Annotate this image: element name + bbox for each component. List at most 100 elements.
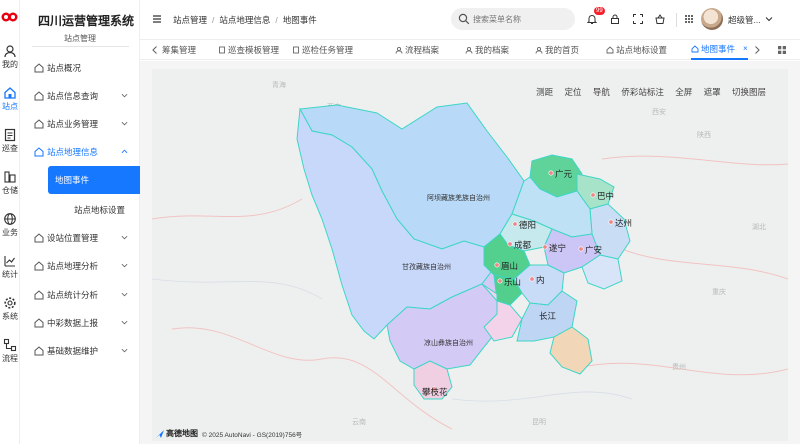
bg-label: 昆明 (532, 418, 546, 426)
tab-my-home[interactable]: 我的首页 (535, 40, 579, 60)
city-label: 遂宁 (549, 243, 566, 253)
tab-menu-icon[interactable] (777, 45, 787, 55)
breadcrumb-item[interactable]: 站点管理 (173, 15, 207, 25)
chart-icon (4, 256, 15, 267)
home-icon (34, 261, 44, 271)
home-icon (606, 46, 614, 54)
rail-item-mine[interactable]: 我的 (0, 44, 20, 70)
city-marker (529, 276, 535, 282)
bg-label: 湖北 (752, 222, 766, 231)
chevron-right-icon[interactable] (753, 45, 761, 55)
home-icon (34, 147, 44, 157)
city-marker (608, 219, 614, 225)
sidebar-item-overview[interactable]: 站点概况 (20, 57, 140, 79)
user-name[interactable]: 超级管... (728, 14, 761, 26)
sidebar-item-info-query[interactable]: 站点信息查询 (20, 85, 140, 107)
map-svg: 青海 西宁 西安 陕西 重庆 湖北 贵州 昆明 云南 (152, 80, 788, 430)
rail-item-warehouse[interactable]: 仓储 (0, 170, 20, 196)
chevron-down-icon[interactable] (765, 15, 773, 23)
warehouse-icon (4, 171, 16, 183)
city-label: 乐山 (504, 277, 521, 287)
home-icon (691, 45, 699, 53)
sidebar-item-report[interactable]: 中彩数据上报 (20, 312, 140, 334)
city-marker (507, 241, 513, 247)
tab-process-archive[interactable]: 流程档案 (395, 40, 439, 60)
tab-my-archive[interactable]: 我的档案 (465, 40, 509, 60)
sidebar-subitem-map-events[interactable]: 地图事件 (48, 166, 150, 194)
app-subtitle: 站点管理 (64, 34, 96, 43)
sidebar-item-geo-analysis[interactable]: 站点地理分析 (20, 255, 140, 277)
chevron-down-icon (121, 121, 128, 126)
shop-icon[interactable] (654, 13, 666, 25)
city-label: 成都 (514, 240, 532, 250)
home-icon (34, 119, 44, 129)
sidebar-item-stat-analysis[interactable]: 站点统计分析 (20, 284, 140, 306)
chevron-down-icon (121, 263, 128, 268)
doc-icon (293, 46, 299, 54)
breadcrumb-item[interactable]: 站点地理信息 (219, 15, 270, 25)
home-icon (34, 290, 44, 300)
apps-grid-icon[interactable] (683, 13, 695, 25)
user-icon (535, 46, 543, 54)
breadcrumb-item: 地图事件 (282, 15, 317, 25)
chevron-down-icon (121, 348, 128, 353)
map-tool-mark-station[interactable]: 侨彩站标注 (621, 87, 664, 97)
menu-search[interactable] (451, 8, 575, 30)
city-marker (548, 170, 554, 176)
logo-icon (1, 12, 18, 22)
sidebar-item-geo-info[interactable]: 站点地理信息 (20, 141, 140, 163)
map-tool-fullscreen[interactable]: 全屏 (675, 87, 692, 97)
menu-toggle-icon[interactable] (152, 14, 162, 24)
rail-item-station[interactable]: 站点 (0, 86, 20, 112)
map-tool-navigate[interactable]: 导航 (593, 87, 610, 97)
rail-item-flow[interactable]: 流程 (0, 338, 20, 364)
flow-icon (3, 338, 17, 352)
city-label: 德阳 (519, 220, 536, 230)
home-icon (34, 346, 44, 356)
map-tool-measure[interactable]: 测距 (536, 87, 553, 97)
user-icon (4, 45, 16, 58)
prefecture-label: 阿坝藏族羌族自治州 (427, 193, 490, 202)
tab-bar: 筹集管理 巡查模板管理 巡检任务管理 流程档案 我的档案 我的首页 站点地标设置… (140, 40, 800, 60)
fullscreen-icon[interactable] (632, 13, 644, 25)
chevron-left-icon[interactable] (151, 45, 159, 55)
search-input[interactable] (473, 12, 569, 26)
sidebar-item-base-data[interactable]: 基础数据维护 (20, 340, 140, 362)
home-icon (34, 63, 44, 73)
tab-patrol-template[interactable]: 巡查模板管理 (218, 40, 279, 60)
sidebar-item-location-mgmt[interactable]: 设站位置管理 (20, 227, 140, 249)
city-marker (542, 244, 548, 250)
gear-icon (4, 297, 16, 309)
city-marker (590, 192, 596, 198)
chevron-down-icon (121, 292, 128, 297)
rail-item-system[interactable]: 系统 (0, 296, 20, 322)
inspect-icon (4, 128, 16, 142)
map-tool-locate[interactable]: 定位 (565, 87, 582, 97)
tab-landmark-settings[interactable]: 站点地标设置 (606, 40, 667, 60)
avatar[interactable] (701, 8, 723, 30)
home-icon (4, 87, 16, 99)
app-title: 四川运营管理系统 (38, 14, 135, 28)
map-canvas[interactable]: 青海 西宁 西安 陕西 重庆 湖北 贵州 昆明 云南 (152, 69, 788, 441)
lock-icon[interactable] (609, 13, 621, 25)
map-attribution: 高德地图 © 2025 AutoNavi - GS(2019)756号 (156, 428, 302, 439)
sidebar-item-business[interactable]: 站点业务管理 (20, 113, 140, 135)
map-tool-mask[interactable]: 遮罩 (704, 87, 721, 97)
bg-label: 贵州 (672, 362, 686, 371)
prefecture-label: 甘孜藏族自治州 (402, 262, 451, 271)
sidebar-subitem-landmark-settings[interactable]: 站点地标设置 (68, 196, 148, 224)
city-label: 眉山 (501, 261, 518, 271)
rail-item-inspect[interactable]: 巡查 (0, 128, 20, 154)
tab-inspection-task[interactable]: 巡检任务管理 (292, 40, 353, 60)
bg-label: 青海 (272, 80, 286, 89)
tab-close-icon[interactable]: × (743, 40, 748, 58)
city-label: 广元 (555, 169, 573, 179)
rail-item-stats[interactable]: 统计 (0, 254, 20, 280)
doc-icon (219, 46, 225, 54)
rail-item-business[interactable]: 业务 (0, 212, 20, 238)
map-tool-switch-layer[interactable]: 切换图层 (732, 87, 766, 97)
tab-collect[interactable]: 筹集管理 (162, 40, 196, 60)
map-brand: 高德地图 (166, 429, 198, 438)
tab-map-events[interactable]: 地图事件 × (691, 40, 748, 60)
chevron-up-icon (121, 149, 128, 154)
